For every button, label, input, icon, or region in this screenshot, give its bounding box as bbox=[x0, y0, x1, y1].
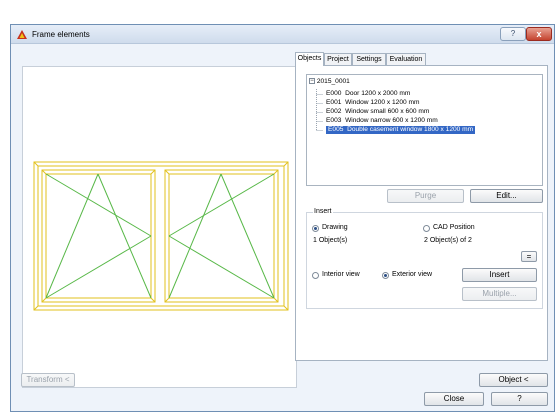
transform-button[interactable]: Transform < bbox=[21, 373, 75, 387]
edit-button[interactable]: Edit... bbox=[470, 189, 543, 203]
title-help-button[interactable]: ? bbox=[500, 27, 526, 41]
tree-item-desc: Window small 600 x 600 mm bbox=[345, 108, 430, 115]
drawing-object-count: 1 Object(s) bbox=[313, 237, 348, 244]
title-bar: Frame elements ? x bbox=[11, 25, 554, 44]
close-button[interactable]: Close bbox=[424, 392, 484, 406]
collapse-toggle-icon[interactable]: − bbox=[309, 78, 315, 85]
multiple-button[interactable]: Multiple... bbox=[462, 287, 537, 301]
insert-group: Insert Drawing 1 Object(s) CAD Position … bbox=[306, 208, 543, 309]
tree-item[interactable]: E000 Door 1200 x 2000 mm bbox=[326, 90, 410, 98]
tree-item[interactable]: E001 Window 1200 x 1200 mm bbox=[326, 99, 419, 107]
cad-object-count: 2 Object(s) of 2 bbox=[424, 237, 472, 244]
tree-item-code: E005 bbox=[328, 126, 344, 133]
tree-item-desc: Double casement window 1800 x 1200 mm bbox=[347, 126, 474, 133]
dialog-title: Frame elements bbox=[32, 30, 90, 39]
tree-item-code: E002 bbox=[326, 108, 342, 115]
double-casement-drawing bbox=[33, 161, 289, 311]
left-sash-opening-lines bbox=[45, 173, 152, 299]
cad-position-label[interactable]: CAD Position bbox=[433, 224, 475, 231]
interior-view-label[interactable]: Interior view bbox=[322, 271, 360, 278]
cad-position-radio[interactable] bbox=[423, 225, 430, 232]
tree-item-desc: Door 1200 x 2000 mm bbox=[345, 90, 411, 97]
exterior-view-radio[interactable] bbox=[382, 272, 389, 279]
tree-item-desc: Window 1200 x 1200 mm bbox=[345, 99, 420, 106]
insert-group-label: Insert bbox=[313, 208, 333, 215]
drawing-radio[interactable] bbox=[312, 225, 319, 232]
interior-view-radio[interactable] bbox=[312, 272, 319, 279]
drawing-label[interactable]: Drawing bbox=[322, 224, 348, 231]
preview-canvas bbox=[22, 66, 297, 388]
equals-button[interactable]: = bbox=[521, 251, 537, 262]
object-tree[interactable]: − 2015_0001 E000 Door 1200 x 2000 mm E00… bbox=[306, 74, 543, 186]
tree-root[interactable]: − 2015_0001 bbox=[309, 78, 350, 86]
tree-item-code: E003 bbox=[326, 117, 342, 124]
objects-panel: − 2015_0001 E000 Door 1200 x 2000 mm E00… bbox=[295, 65, 548, 361]
tree-item[interactable]: E002 Window small 600 x 600 mm bbox=[326, 108, 429, 116]
help-button[interactable]: ? bbox=[491, 392, 548, 406]
tab-objects[interactable]: Objects bbox=[295, 52, 324, 66]
tree-item-desc: Window narrow 600 x 1200 mm bbox=[345, 117, 438, 124]
tree-item-selected[interactable]: E005 Double casement window 1800 x 1200 … bbox=[326, 126, 476, 134]
tree-item-code: E001 bbox=[326, 99, 342, 106]
exterior-view-label[interactable]: Exterior view bbox=[392, 271, 432, 278]
right-sash-opening-lines bbox=[168, 173, 275, 299]
insert-button[interactable]: Insert bbox=[462, 268, 537, 282]
object-button[interactable]: Object < bbox=[479, 373, 548, 387]
left-sash bbox=[41, 169, 156, 303]
purge-button[interactable]: Purge bbox=[387, 189, 464, 203]
right-sash bbox=[164, 169, 279, 303]
title-close-button[interactable]: x bbox=[526, 27, 552, 41]
tree-root-label: 2015_0001 bbox=[316, 78, 350, 85]
tree-item[interactable]: E003 Window narrow 600 x 1200 mm bbox=[326, 117, 438, 125]
window-frame-icon bbox=[17, 30, 27, 39]
tree-item-code: E000 bbox=[326, 90, 342, 97]
